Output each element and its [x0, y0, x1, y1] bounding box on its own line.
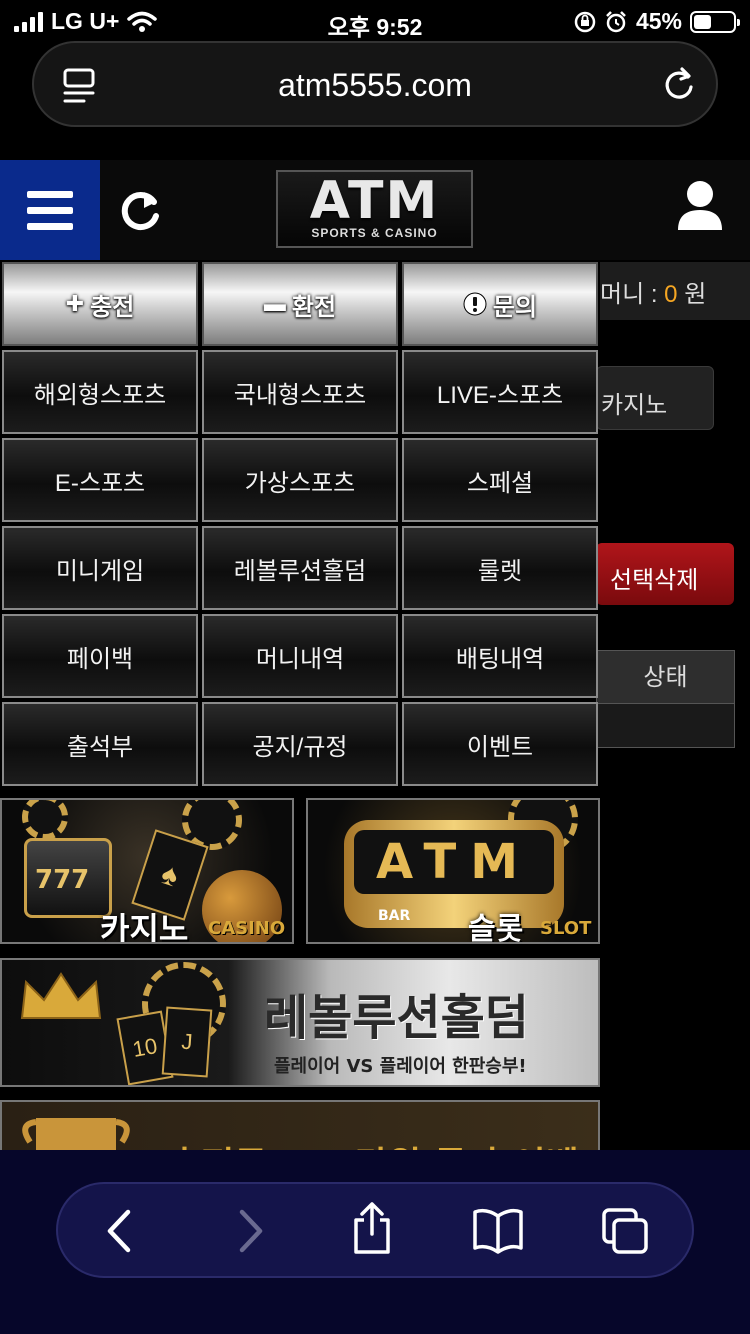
status-table: 상태: [596, 650, 735, 748]
menu-item-event[interactable]: 이벤트: [402, 702, 598, 786]
banner-slot-subtitle: SLOT: [540, 918, 592, 939]
delete-selected-label: 선택삭제: [610, 567, 699, 594]
withdraw-button[interactable]: ▬ 환전: [202, 262, 398, 346]
battery-icon: [690, 10, 740, 33]
url-text[interactable]: atm5555.com: [34, 67, 716, 104]
menu-item-special[interactable]: 스페셜: [402, 438, 598, 522]
banner-slot-title: 슬롯: [468, 912, 524, 944]
chevron-right-icon[interactable]: [230, 1206, 270, 1256]
plus-icon: ✚: [65, 291, 85, 316]
menu-item-notice-rules[interactable]: 공지/규정: [202, 702, 398, 786]
hamburger-menu-button[interactable]: [0, 160, 100, 260]
minus-icon: ▬: [263, 291, 286, 316]
banner-casino[interactable]: 777 ♠ 카지노 CASINO: [0, 798, 294, 944]
menu-item-domestic-sports[interactable]: 국내형스포츠: [202, 350, 398, 434]
money-unit: 원: [684, 281, 707, 308]
menu-item-minigame[interactable]: 미니게임: [2, 526, 198, 610]
menu-item-attendance[interactable]: 출석부: [2, 702, 198, 786]
playing-card-icon: J: [161, 1006, 213, 1078]
banner-slot[interactable]: ATM BAR 슬롯 SLOT: [306, 798, 600, 944]
site-header: ATM SPORTS & CASINO: [0, 160, 750, 260]
poker-chip-icon: [22, 800, 68, 840]
menu-item-live-sports[interactable]: LIVE-스포츠: [402, 350, 598, 434]
status-right: 45%: [574, 8, 740, 35]
menu-item-virtual-sports[interactable]: 가상스포츠: [202, 438, 398, 522]
tab-casino-label: 카지노: [601, 392, 668, 419]
toolbar-pill: [56, 1182, 694, 1278]
slot-bar-label: BAR: [378, 908, 411, 924]
status-bar: LG U+ 오후 9:52 45%: [0, 0, 750, 40]
deposit-button[interactable]: ✚ 충전: [2, 262, 198, 346]
delete-selected-button[interactable]: 선택삭제: [596, 543, 734, 605]
menu-item-revolution-holdem[interactable]: 레볼루션홀덤: [202, 526, 398, 610]
chevron-left-icon[interactable]: [100, 1206, 140, 1256]
book-icon[interactable]: [472, 1206, 524, 1256]
logo-subtitle: SPORTS & CASINO: [311, 226, 438, 240]
slot-machine-icon: 777: [24, 838, 112, 918]
battery-fill: [694, 14, 712, 29]
banner-holdem-title: 레볼루션홀덤: [264, 990, 529, 1046]
share-icon[interactable]: [350, 1200, 394, 1256]
menu-item-esports[interactable]: E-스포츠: [2, 438, 198, 522]
browser-toolbar: [0, 1150, 750, 1334]
battery-percent: 45%: [635, 8, 682, 34]
banner-casino-subtitle: CASINO: [208, 918, 286, 939]
menu-item-money-history[interactable]: 머니내역: [202, 614, 398, 698]
tab-casino[interactable]: 카지노: [596, 366, 714, 430]
inquiry-button[interactable]: 문의: [402, 262, 598, 346]
reload-icon[interactable]: [662, 65, 696, 103]
url-bar[interactable]: atm5555.com: [32, 41, 718, 127]
menu-item-roulette[interactable]: 룰렛: [402, 526, 598, 610]
exclamation-circle-icon: [463, 292, 487, 316]
menu-item-overseas-sports[interactable]: 해외형스포츠: [2, 350, 198, 434]
menu-item-payback[interactable]: 페이백: [2, 614, 198, 698]
banner-holdem-subtitle: 플레이어 VS 플레이어 한판승부!: [274, 1056, 527, 1077]
status-header: 상태: [597, 651, 734, 704]
crown-icon: [20, 972, 102, 1019]
withdraw-label: 환전: [291, 293, 337, 321]
inquiry-label: 문의: [492, 293, 538, 321]
hamburger-icon-line: [27, 223, 73, 230]
slot-reel-text: ATM: [354, 830, 554, 894]
refresh-icon[interactable]: [116, 186, 164, 234]
logo-title: ATM: [309, 171, 440, 231]
user-icon[interactable]: [676, 180, 724, 232]
money-label: 머니 :: [600, 281, 658, 308]
hamburger-icon: [27, 191, 73, 198]
hamburger-icon-line: [27, 207, 73, 214]
menu-item-betting-history[interactable]: 배팅내역: [402, 614, 598, 698]
money-value: 0: [664, 281, 678, 308]
site-logo[interactable]: ATM SPORTS & CASINO: [276, 170, 473, 248]
deposit-label: 충전: [90, 293, 135, 321]
orientation-lock-icon: [574, 11, 596, 32]
money-display: 머니 : 0 원: [600, 274, 706, 309]
banner-casino-title: 카지노: [100, 910, 189, 944]
tabs-icon[interactable]: [600, 1206, 650, 1256]
alarm-icon: [606, 10, 626, 32]
slot-reel-frame: ATM: [344, 820, 564, 928]
banner-revolution-holdem[interactable]: 10 J 레볼루션홀덤 플레이어 VS 플레이어 한판승부!: [0, 958, 600, 1087]
